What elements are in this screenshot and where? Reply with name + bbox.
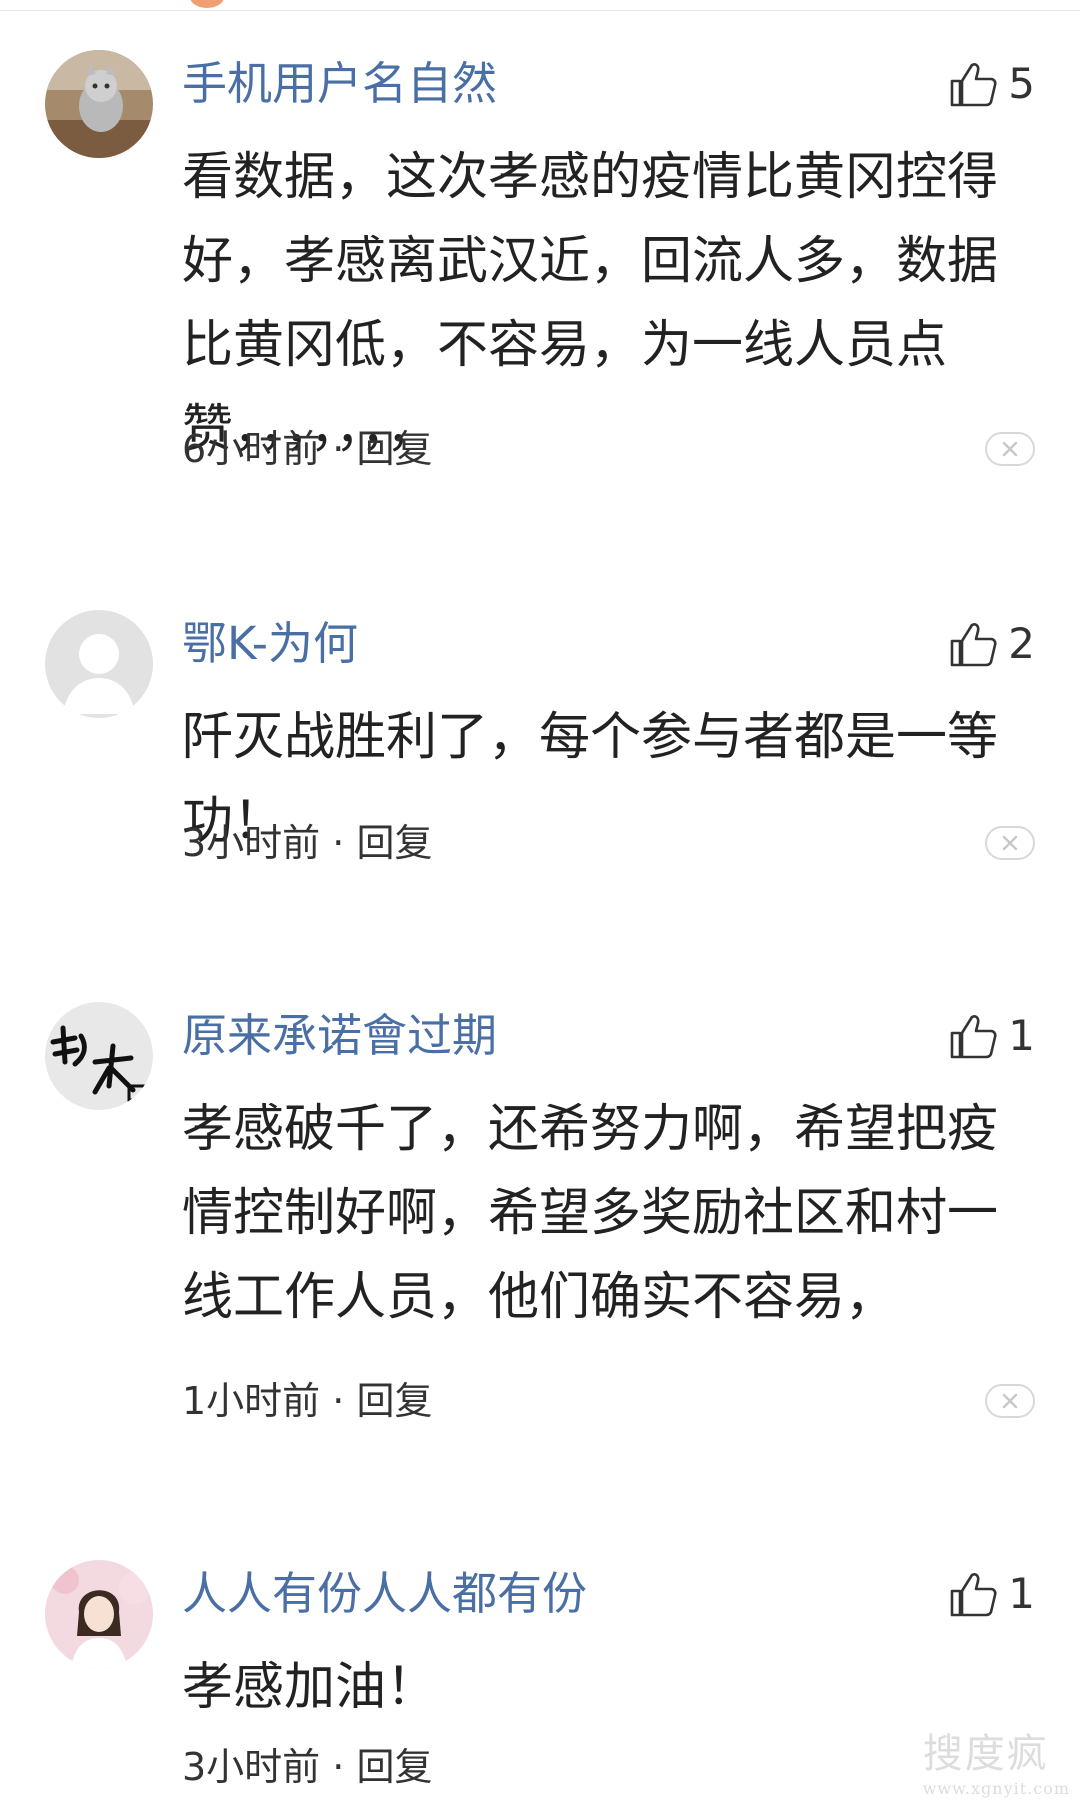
username[interactable]: 鄂K-为何 bbox=[182, 616, 358, 672]
reply-link[interactable]: 回复 bbox=[356, 427, 432, 471]
username[interactable]: 原来承诺會过期 bbox=[182, 1008, 497, 1064]
comment-meta: 6小时前 · 回复 bbox=[182, 424, 432, 474]
like-count: 1 bbox=[1008, 1569, 1035, 1618]
like-button[interactable]: 1 bbox=[948, 1566, 1035, 1622]
top-partial-element bbox=[190, 0, 224, 8]
dismiss-button[interactable] bbox=[985, 826, 1035, 860]
dismiss-button[interactable] bbox=[985, 432, 1035, 466]
avatar[interactable] bbox=[45, 1560, 153, 1668]
timestamp: 3小时前 bbox=[182, 821, 321, 865]
reply-link[interactable]: 回复 bbox=[356, 821, 432, 865]
comment-meta: 3小时前 · 回复 bbox=[182, 818, 432, 868]
close-icon bbox=[1002, 835, 1018, 851]
thumbs-up-icon bbox=[950, 1573, 997, 1617]
dismiss-button[interactable] bbox=[985, 1384, 1035, 1418]
thumbs-up-icon bbox=[950, 1015, 997, 1059]
avatar[interactable] bbox=[45, 1002, 153, 1110]
reply-link[interactable]: 回复 bbox=[356, 1745, 432, 1789]
thumbs-up-icon bbox=[950, 63, 997, 107]
like-count: 5 bbox=[1008, 59, 1035, 108]
top-divider bbox=[0, 10, 1080, 11]
avatar[interactable] bbox=[45, 610, 153, 718]
like-count: 1 bbox=[1008, 1011, 1035, 1060]
reply-link[interactable]: 回复 bbox=[356, 1379, 432, 1423]
comment-text: 孝感破千了，还希努力啊，希望把疫情控制好啊，希望多奖励社区和村一线工作人员，他们… bbox=[182, 1100, 999, 1327]
watermark-text: 搜度疯 bbox=[922, 1731, 1049, 1777]
meta-separator: · bbox=[320, 1745, 357, 1789]
close-icon bbox=[1002, 1393, 1018, 1409]
like-button[interactable]: 1 bbox=[948, 1008, 1035, 1064]
meta-separator: · bbox=[320, 821, 357, 865]
like-button[interactable]: 2 bbox=[948, 616, 1035, 672]
avatar[interactable] bbox=[45, 50, 153, 158]
timestamp: 6小时前 bbox=[182, 427, 321, 471]
watermark-url: www.xgnyit.com bbox=[922, 1779, 1070, 1798]
like-count: 2 bbox=[1008, 619, 1035, 668]
meta-separator: · bbox=[320, 427, 357, 471]
username[interactable]: 人人有份人人都有份 bbox=[182, 1566, 587, 1622]
thumbs-up-icon bbox=[950, 623, 997, 667]
timestamp: 1小时前 bbox=[182, 1379, 321, 1423]
like-button[interactable]: 5 bbox=[948, 56, 1035, 112]
comment-meta: 3小时前 · 回复 bbox=[182, 1742, 432, 1792]
close-icon bbox=[1002, 441, 1018, 457]
watermark: 搜度疯 www.xgnyit.com bbox=[923, 1721, 1070, 1798]
comment-text: 孝感加油！ bbox=[182, 1658, 438, 1717]
meta-separator: · bbox=[320, 1379, 357, 1423]
username[interactable]: 手机用户名自然 bbox=[182, 56, 497, 112]
comment-meta: 1小时前 · 回复 bbox=[182, 1376, 432, 1426]
timestamp: 3小时前 bbox=[182, 1745, 321, 1789]
comment-text: 看数据，这次孝感的疫情比黄冈控得好，孝感离武汉近，回流人多，数据比黄冈低，不容易… bbox=[182, 148, 999, 459]
